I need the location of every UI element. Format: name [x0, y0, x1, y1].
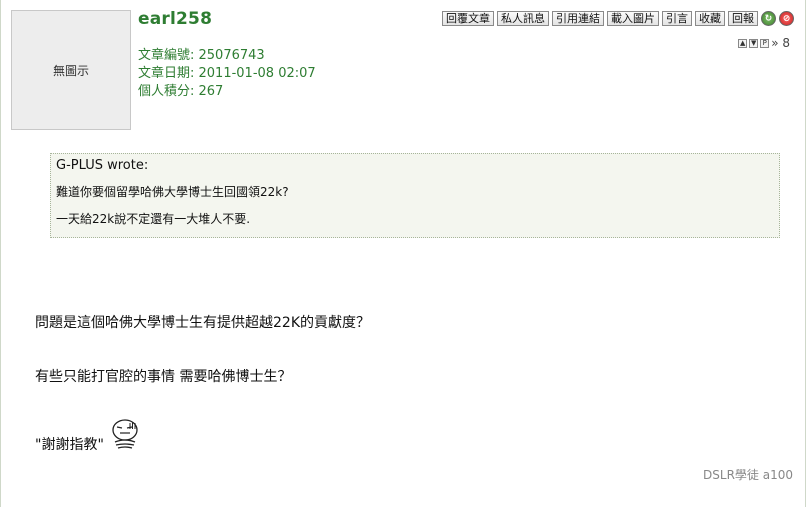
private-message-button[interactable]: 私人訊息	[497, 11, 549, 26]
quote-button[interactable]: 引言	[662, 11, 692, 26]
signature: DSLR學徒 a100	[703, 468, 793, 482]
post-body-line: 有些只能打官腔的事情 需要哈佛博士生？	[35, 369, 292, 385]
quote-line: 一天給22k說不定還有一大堆人不要.	[56, 212, 251, 226]
floor-nav: ▲ ▼ P » 8	[738, 36, 790, 50]
report-button[interactable]: 回報	[728, 11, 758, 26]
smiley-icon	[110, 418, 140, 454]
quote-line: 難道你要個留學哈佛大學博士生回國領22k?	[56, 185, 289, 199]
quote-link-button[interactable]: 引用連結	[552, 11, 604, 26]
post-meta: 文章編號: 25076743 文章日期: 2011-01-08 02:07 個人…	[138, 47, 316, 101]
quote-block: G-PLUS wrote: 難道你要個留學哈佛大學博士生回國領22k? 一天給2…	[50, 153, 780, 238]
post-date: 文章日期: 2011-01-08 02:07	[138, 66, 316, 81]
user-points: 個人積分: 267	[138, 84, 224, 99]
permalink-icon[interactable]: P	[760, 38, 770, 48]
forum-post: 無圖示 earl258 文章編號: 25076743 文章日期: 2011-01…	[0, 0, 806, 507]
block-icon[interactable]: ⊘	[779, 11, 794, 26]
scroll-top-icon[interactable]: ▲	[738, 38, 748, 48]
post-toolbar: 回覆文章 私人訊息 引用連結 載入圖片 引言 收藏 回報 ↻ ⊘	[442, 11, 794, 26]
post-body-line: 問題是這個哈佛大學博士生有提供超越22K的貢獻度？	[35, 315, 370, 331]
reply-button[interactable]: 回覆文章	[442, 11, 494, 26]
load-images-button[interactable]: 載入圖片	[607, 11, 659, 26]
post-body-line-with-smiley: "謝謝指教"	[35, 418, 140, 454]
favorite-button[interactable]: 收藏	[695, 11, 725, 26]
post-id: 文章編號: 25076743	[138, 48, 265, 63]
avatar: 無圖示	[11, 10, 131, 130]
post-body-line: "謝謝指教"	[35, 437, 104, 453]
floor-number[interactable]: » 8	[771, 36, 790, 50]
avatar-placeholder-text: 無圖示	[52, 63, 89, 78]
quote-author: G-PLUS wrote:	[56, 158, 149, 173]
username-link[interactable]: earl258	[138, 9, 212, 29]
scroll-bottom-icon[interactable]: ▼	[749, 38, 759, 48]
refresh-icon[interactable]: ↻	[761, 11, 776, 26]
